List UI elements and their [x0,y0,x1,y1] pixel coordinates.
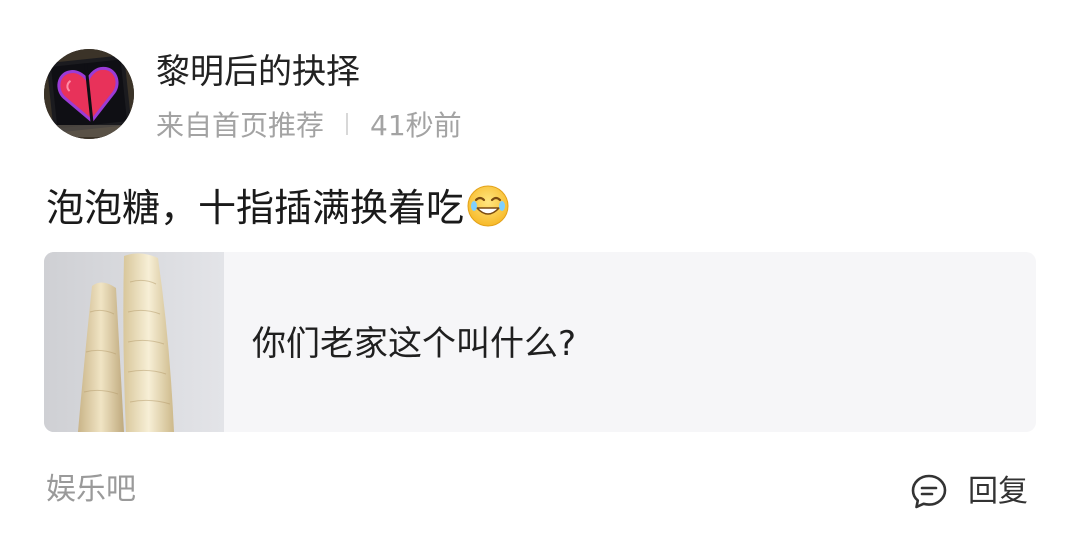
post-text: 泡泡糖，十指插满换着吃 [46,183,510,233]
post-meta: 来自首页推荐 41秒前 [156,104,462,144]
post-text-body: 泡泡糖，十指插满换着吃 [46,186,465,230]
source-label: 来自首页推荐 [156,109,325,142]
avatar[interactable] [44,49,134,139]
comment-bubble-icon [911,474,947,509]
timestamp: 41秒前 [370,109,462,142]
quoted-post-card[interactable]: 你们老家这个叫什么? [44,252,1036,432]
quoted-post-title: 你们老家这个叫什么? [252,324,577,364]
forum-link[interactable]: 娱乐吧 [46,470,136,510]
meta-divider [346,113,349,135]
reply-label: 回复 [968,474,1028,509]
quoted-post-thumbnail [44,252,224,432]
pixel-heart-icon [44,49,134,139]
reply-button[interactable]: 回复 [910,470,1028,514]
puffed-snack-photo [44,252,224,432]
laughing-tears-emoji-icon [467,185,509,227]
author-name[interactable]: 黎明后的抉择 [156,50,360,94]
post-card: 黎明后的抉择 来自首页推荐 41秒前 泡泡糖，十指插满换着吃 你们老家这个叫什么… [0,0,1080,549]
